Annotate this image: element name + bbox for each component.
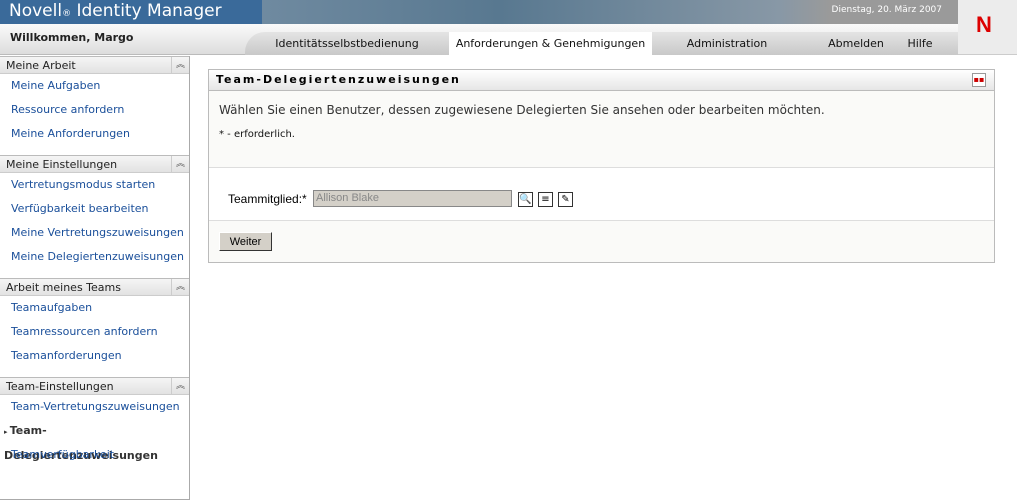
search-icon[interactable]: 🔍 [518, 192, 533, 207]
sidebar-item[interactable]: Vertretungsmodus starten [0, 173, 189, 197]
sidebar-item[interactable]: Teamaufgaben [0, 296, 189, 320]
tab-identitaetsselbstbedienung[interactable]: Identitätsselbstbedienung [245, 32, 449, 55]
continue-button[interactable]: Weiter [219, 232, 272, 251]
sidebar-item[interactable]: Meine Anforderungen [0, 122, 189, 146]
team-member-label: Teammitglied:* [228, 192, 307, 206]
section-meine-arbeit: Meine Arbeit ︽ [0, 56, 189, 74]
section-meine-einstellungen: Meine Einstellungen ︽ [0, 155, 189, 173]
edit-icon[interactable]: ✎ [558, 192, 573, 207]
sidebar-item[interactable]: Meine Aufgaben [0, 74, 189, 98]
collapse-icon[interactable]: ︽ [171, 156, 189, 173]
tab-hilfe[interactable]: Hilfe [895, 32, 945, 55]
section-team-einstellungen: Team-Einstellungen ︽ [0, 377, 189, 395]
novell-logo: N [958, 0, 1017, 55]
history-list-icon[interactable]: ≡ [538, 192, 553, 207]
required-note: * - erforderlich. [219, 129, 295, 140]
sidebar-item[interactable]: Meine Delegiertenzuweisungen [0, 245, 189, 269]
tab-administration[interactable]: Administration [652, 32, 802, 55]
sidebar-item[interactable]: Teamressourcen anfordern [0, 320, 189, 344]
banner: Novell® Identity Manager Dienstag, 20. M… [0, 0, 958, 24]
section-arbeit-meines-teams: Arbeit meines Teams ︽ [0, 278, 189, 296]
date: Dienstag, 20. März 2007 [831, 5, 942, 15]
tab-anforderungen-genehmigungen[interactable]: Anforderungen & Genehmigungen [449, 32, 652, 55]
sidebar-item[interactable]: Verfügbarkeit bearbeiten [0, 197, 189, 221]
sidebar-item-current[interactable]: ▸ Team-Delegiertenzuweisungen [0, 419, 189, 462]
panel-options-icon[interactable]: ▪▪ [972, 73, 986, 87]
welcome-text: Willkommen, Margo [10, 31, 134, 44]
tab-bar: Identitätsselbstbedienung Anforderungen … [245, 32, 958, 55]
tab-abmelden[interactable]: Abmelden [817, 32, 895, 55]
sidebar-item[interactable]: Ressource anfordern [0, 98, 189, 122]
sidebar-item[interactable]: Team-Vertretungszuweisungen [0, 395, 189, 419]
sidebar: Meine Arbeit ︽ Meine Aufgaben Ressource a… [0, 56, 190, 500]
panel-description: Wählen Sie einen Benutzer, dessen zugewi… [209, 91, 994, 168]
collapse-icon[interactable]: ︽ [171, 57, 189, 74]
delegate-panel: Team-Delegiertenzuweisungen ▪▪ Wählen Sie… [208, 69, 995, 263]
sidebar-item[interactable]: Meine Vertretungszuweisungen [0, 221, 189, 245]
app-title: Novell® Identity Manager [9, 1, 222, 21]
sidebar-item[interactable]: Teamverfügbarkeit [0, 443, 189, 467]
nav-bar: Willkommen, Margo Identitätsselbstbedien… [0, 24, 958, 55]
sidebar-item[interactable]: Teamanforderungen [0, 344, 189, 368]
collapse-icon[interactable]: ︽ [171, 378, 189, 395]
panel-header: Team-Delegiertenzuweisungen ▪▪ [209, 70, 994, 91]
form-row: Teammitglied:* Allison Blake 🔍 ≡ ✎ [209, 168, 994, 221]
collapse-icon[interactable]: ︽ [171, 279, 189, 296]
team-member-input[interactable]: Allison Blake [313, 190, 512, 207]
